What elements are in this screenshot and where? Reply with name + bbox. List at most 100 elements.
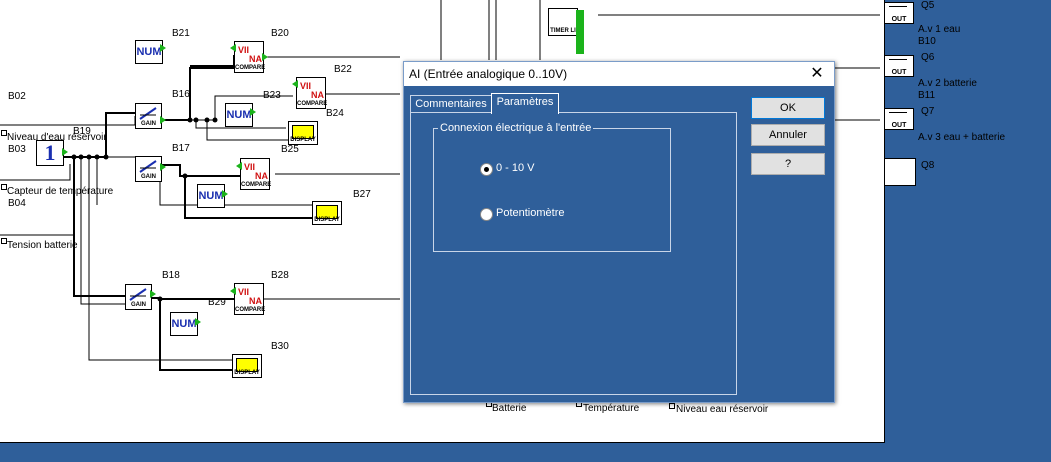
group-connexion: Connexion électrique à l'entrée 0 - 10 V… [433, 122, 671, 252]
connector-icon [250, 108, 256, 116]
step-icon [889, 59, 907, 67]
compare-tag: COMPARE [235, 307, 266, 313]
bottom-label-niveau: Niveau eau réservoir [676, 404, 769, 415]
connector-icon [160, 116, 166, 124]
label-b20: B20 [271, 28, 289, 39]
timer-block[interactable]: TIMER LI [548, 8, 578, 36]
out-block-q6[interactable]: OUT [884, 55, 914, 77]
connector-icon [160, 163, 166, 171]
compare-tag: COMPARE [235, 65, 266, 71]
label-b03: B03 [8, 144, 26, 155]
svg-text:NA: NA [255, 171, 268, 181]
label-b25: B25 [281, 144, 299, 155]
connector-icon [230, 287, 236, 295]
gain-block-b18[interactable]: GAIN [125, 284, 152, 310]
display-tag: DISPLAY [314, 217, 340, 223]
cancel-button[interactable]: Annuler [751, 124, 825, 146]
svg-text:VII: VII [238, 45, 249, 55]
connector-icon [230, 44, 236, 52]
connector-icon [195, 318, 201, 326]
label-b22: B22 [334, 64, 352, 75]
label-b16: B16 [172, 89, 190, 100]
output-label-q6: A.v 2 batterie [918, 78, 977, 89]
label-b04: B04 [8, 198, 26, 209]
tab-panel-parametres: Connexion électrique à l'entrée 0 - 10 V… [410, 112, 737, 395]
radio-label-0-10v[interactable]: 0 - 10 V [496, 162, 535, 174]
q-label-q8: Q8 [921, 160, 935, 171]
label-b29: B29 [208, 297, 226, 308]
q-label-q7: Q7 [921, 106, 935, 117]
dialog-title: AI (Entrée analogique 0..10V) [409, 67, 568, 81]
constant-value: 1 [44, 140, 56, 165]
compare-block-b28[interactable]: VII NA COMPARE [234, 283, 266, 315]
input-label-capteur: Capteur de température [7, 186, 114, 197]
gain-icon [139, 160, 157, 173]
display-block-b25[interactable]: DISPLAY [288, 121, 318, 145]
gain-tag: GAIN [141, 121, 156, 127]
output-label-q5: A.v 1 eau [918, 24, 961, 35]
radio-potentiometre[interactable] [480, 208, 493, 221]
out-block-q7[interactable]: OUT [884, 108, 914, 130]
num-label: NUM [226, 109, 252, 121]
compare-icon: VIINA [300, 81, 324, 100]
num-block-b21[interactable]: NUM [135, 40, 163, 64]
help-button[interactable]: ? [751, 153, 825, 175]
close-icon[interactable]: ✕ [804, 63, 830, 85]
compare-icon: VIINA [244, 162, 268, 181]
output-pin-niveau[interactable] [669, 403, 675, 409]
num-block-b26[interactable]: NUM [197, 184, 225, 208]
ok-button[interactable]: OK [751, 97, 825, 119]
gain-tag: GAIN [131, 302, 146, 308]
label-b27: B27 [353, 189, 371, 200]
radio-0-10v[interactable] [480, 163, 493, 176]
display-block-b27[interactable]: DISPLAY [312, 201, 342, 225]
svg-text:VII: VII [244, 162, 255, 172]
b-label-q6: B11 [918, 90, 936, 101]
num-block-b23[interactable]: NUM [225, 103, 253, 127]
out-tag: OUT [891, 122, 907, 129]
connector-icon [262, 53, 268, 61]
display-block-b30[interactable]: DISPLAY [232, 354, 262, 378]
svg-text:NA: NA [311, 90, 324, 100]
dialog-titlebar[interactable]: AI (Entrée analogique 0..10V) ✕ [404, 62, 834, 86]
timer-tag: TIMER LI [550, 28, 576, 34]
compare-block-b26[interactable]: VII NA COMPARE [240, 158, 272, 190]
q-label-q6: Q6 [921, 52, 935, 63]
num-block-b29[interactable]: NUM [170, 312, 198, 336]
svg-text:NA: NA [249, 54, 262, 64]
compare-icon: VIINA [238, 287, 262, 306]
gain-block-b17[interactable]: GAIN [135, 156, 162, 182]
compare-icon: VIINA [238, 45, 262, 64]
compare-tag: COMPARE [241, 182, 272, 188]
label-b21: B21 [172, 28, 190, 39]
tab-commentaires[interactable]: Commentaires [410, 95, 492, 113]
gain-block-b16[interactable]: GAIN [135, 103, 162, 129]
group-label: Connexion électrique à l'entrée [438, 122, 594, 134]
gain-icon [139, 107, 157, 120]
output-label-q7: A.v 3 eau + batterie [918, 132, 1006, 143]
svg-text:VII: VII [300, 81, 311, 91]
input-label-tension: Tension batterie [7, 240, 78, 251]
timer-connectors [576, 10, 584, 54]
compare-block-b22[interactable]: VII NA COMPARE [296, 77, 327, 109]
connector-icon [236, 162, 242, 170]
out-block-q8[interactable] [884, 158, 916, 186]
tab-parametres[interactable]: Paramètres [491, 93, 559, 114]
radio-label-potentiometre[interactable]: Potentiomètre [496, 207, 564, 219]
b-label-q5: B10 [918, 36, 936, 47]
compare-block-b20[interactable]: VII NA COMPARE [234, 41, 266, 73]
q-label-q5: Q5 [921, 0, 935, 11]
out-block-q5[interactable]: OUT [884, 2, 914, 24]
svg-text:VII: VII [238, 287, 249, 297]
gain-tag: GAIN [141, 174, 156, 180]
step-icon [889, 6, 907, 14]
constant-block-b19[interactable]: 1 [36, 140, 64, 166]
bottom-label-batterie: Batterie [492, 403, 527, 414]
label-b18: B18 [162, 270, 180, 281]
num-label: NUM [198, 190, 224, 202]
num-label: NUM [171, 318, 197, 330]
svg-text:NA: NA [249, 296, 262, 306]
step-icon [889, 112, 907, 120]
display-tag: DISPLAY [234, 370, 260, 376]
gain-icon [129, 288, 147, 301]
